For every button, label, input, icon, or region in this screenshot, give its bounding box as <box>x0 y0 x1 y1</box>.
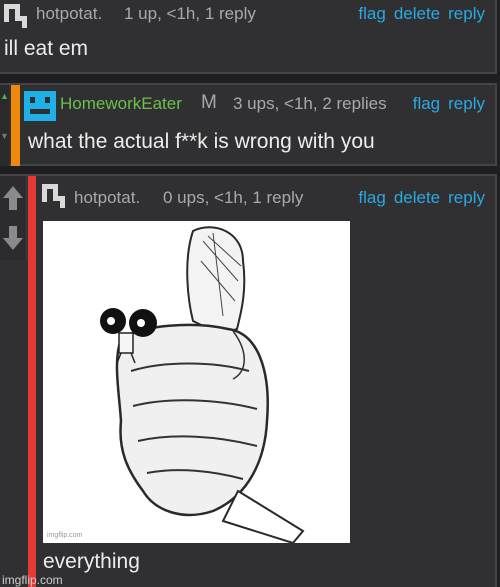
comment-meta: 1 up, <1h, 1 reply <box>124 4 256 23</box>
upvote-arrow-icon[interactable]: ▲ <box>0 91 9 101</box>
flag-link[interactable]: flag <box>358 4 385 23</box>
mod-badge: M <box>201 92 217 113</box>
reply-depth-stripe <box>28 176 36 587</box>
comment-meta: 3 ups, <1h, 2 replies <box>233 94 387 113</box>
flag-link[interactable]: flag <box>413 94 440 113</box>
reply-link[interactable]: reply <box>448 4 485 23</box>
reply-link[interactable]: reply <box>448 94 485 113</box>
comment-actions: flag delete reply <box>358 4 485 24</box>
comment-meta: 0 ups, <1h, 1 reply <box>163 188 304 207</box>
pixel-avatar-icon[interactable] <box>2 2 32 37</box>
pixel-avatar-icon[interactable] <box>40 182 70 217</box>
comment-text: ill eat em <box>4 37 89 60</box>
blue-face-avatar-icon[interactable] <box>24 91 56 126</box>
flag-link[interactable]: flag <box>358 188 385 207</box>
username-link[interactable]: hotpotat. <box>36 4 102 24</box>
comment-text: everything <box>43 550 140 573</box>
downvote-arrow-icon[interactable] <box>0 220 27 256</box>
comment: hotpotat. 1 up, <1h, 1 reply flag delete r… <box>0 0 497 74</box>
delete-link[interactable]: delete <box>394 188 440 207</box>
image-caption: imgflip.com <box>47 532 83 539</box>
upvote-arrow-icon[interactable] <box>0 180 27 216</box>
reply-depth-stripe <box>11 85 20 166</box>
username-link[interactable]: hotpotat. <box>74 188 140 208</box>
comment-thread: hotpotat. 1 up, <1h, 1 reply flag delete r… <box>0 0 500 587</box>
reply-link[interactable]: reply <box>448 188 485 207</box>
username-link[interactable]: HomeworkEater <box>60 94 182 114</box>
comment-text: what the actual f**k is wrong with you <box>28 130 375 153</box>
watermark: imgflip.com <box>2 573 63 587</box>
comment-image-thumbs-up-drawing[interactable]: imgflip.com <box>43 221 350 543</box>
comment: hotpotat. 0 ups, <1h, 1 reply flag delete… <box>0 174 497 587</box>
vote-column <box>0 176 27 260</box>
comment-actions: flag delete reply <box>358 188 485 208</box>
delete-link[interactable]: delete <box>394 4 440 23</box>
downvote-arrow-icon[interactable]: ▼ <box>0 131 9 141</box>
comment-actions: flag reply <box>413 94 485 114</box>
vote-bar: ▲ ▼ <box>0 85 9 166</box>
comment: ▲ ▼ HomeworkEater M 3 ups, <1h, 2 replie… <box>0 83 497 166</box>
